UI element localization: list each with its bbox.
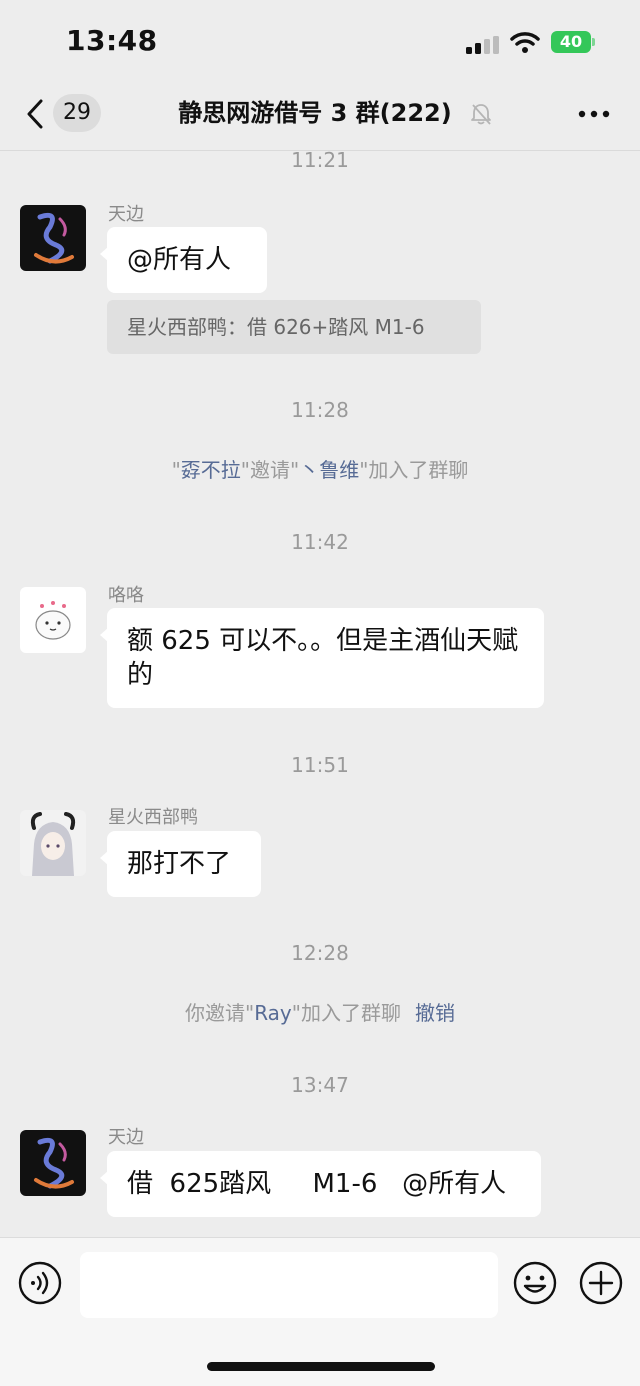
avatar-image (20, 587, 86, 653)
message-input[interactable] (80, 1252, 498, 1318)
emoji-icon[interactable] (513, 1261, 557, 1305)
battery-indicator: 40 (551, 31, 597, 53)
avatar-image (20, 205, 86, 271)
sender-name: 星火西部鸭 (108, 807, 198, 828)
battery-level: 40 (559, 32, 583, 51)
message-timestamp: 11:21 (291, 148, 349, 172)
back-icon[interactable] (22, 97, 50, 131)
avatar-image (20, 810, 86, 876)
chat-header: 29 静思网游借号 3 群(222) (0, 84, 640, 151)
quoted-message[interactable]: 星火西部鸭：借 626+踏风 M1-6 (107, 300, 481, 354)
invitee-name[interactable]: 丶鲁维 (299, 458, 359, 482)
sender-name: 天边 (108, 204, 144, 225)
more-icon[interactable] (578, 110, 610, 118)
message-timestamp: 13:47 (291, 1073, 349, 1097)
status-bar: 13:48 40 (0, 0, 640, 84)
invitee-name[interactable]: Ray (254, 1001, 292, 1025)
mute-bell-icon (471, 104, 491, 125)
system-text: "加入了群聊 (291, 1001, 401, 1025)
message-timestamp: 11:42 (291, 530, 349, 554)
message-timestamp: 11:51 (291, 753, 349, 777)
avatar-image (20, 1130, 86, 1196)
sender-name: 天边 (108, 1127, 144, 1148)
message-bubble[interactable]: @所有人 (100, 227, 267, 293)
system-text: 你邀请" (185, 1001, 255, 1025)
system-notice: 你邀请"Ray"加入了群聊 撤销 (0, 997, 640, 1026)
message-bubble[interactable]: 额 625 可以不。。但是主酒仙天赋的 (100, 608, 544, 708)
status-time: 13:48 (66, 24, 158, 57)
chat-title[interactable]: 静思网游借号 3 群(222) (160, 84, 470, 142)
system-text: "邀请" (240, 458, 300, 482)
add-icon[interactable] (579, 1261, 623, 1305)
system-text: " (171, 458, 181, 482)
cellular-signal-icon (466, 36, 499, 54)
message-bubble[interactable]: 借 625踏风 M1-6 @所有人 (100, 1151, 541, 1217)
avatar[interactable] (20, 205, 86, 271)
revoke-link[interactable]: 撤销 (415, 1001, 455, 1025)
message-timestamp: 11:28 (291, 398, 349, 422)
system-text: "加入了群聊 (359, 458, 469, 482)
home-indicator[interactable] (207, 1362, 435, 1371)
avatar[interactable] (20, 1130, 86, 1196)
sender-name: 咯咯 (108, 585, 144, 606)
inviter-name[interactable]: 孬不拉 (181, 458, 241, 482)
unread-count-badge[interactable]: 29 (53, 94, 101, 132)
voice-icon[interactable] (18, 1261, 62, 1305)
wifi-icon (510, 32, 540, 53)
system-notice: "孬不拉"邀请"丶鲁维"加入了群聊 (0, 454, 640, 483)
message-bubble[interactable]: 那打不了 (100, 831, 261, 897)
avatar[interactable] (20, 587, 86, 653)
message-timestamp: 12:28 (291, 941, 349, 965)
battery-nub (592, 38, 595, 46)
avatar[interactable] (20, 810, 86, 876)
